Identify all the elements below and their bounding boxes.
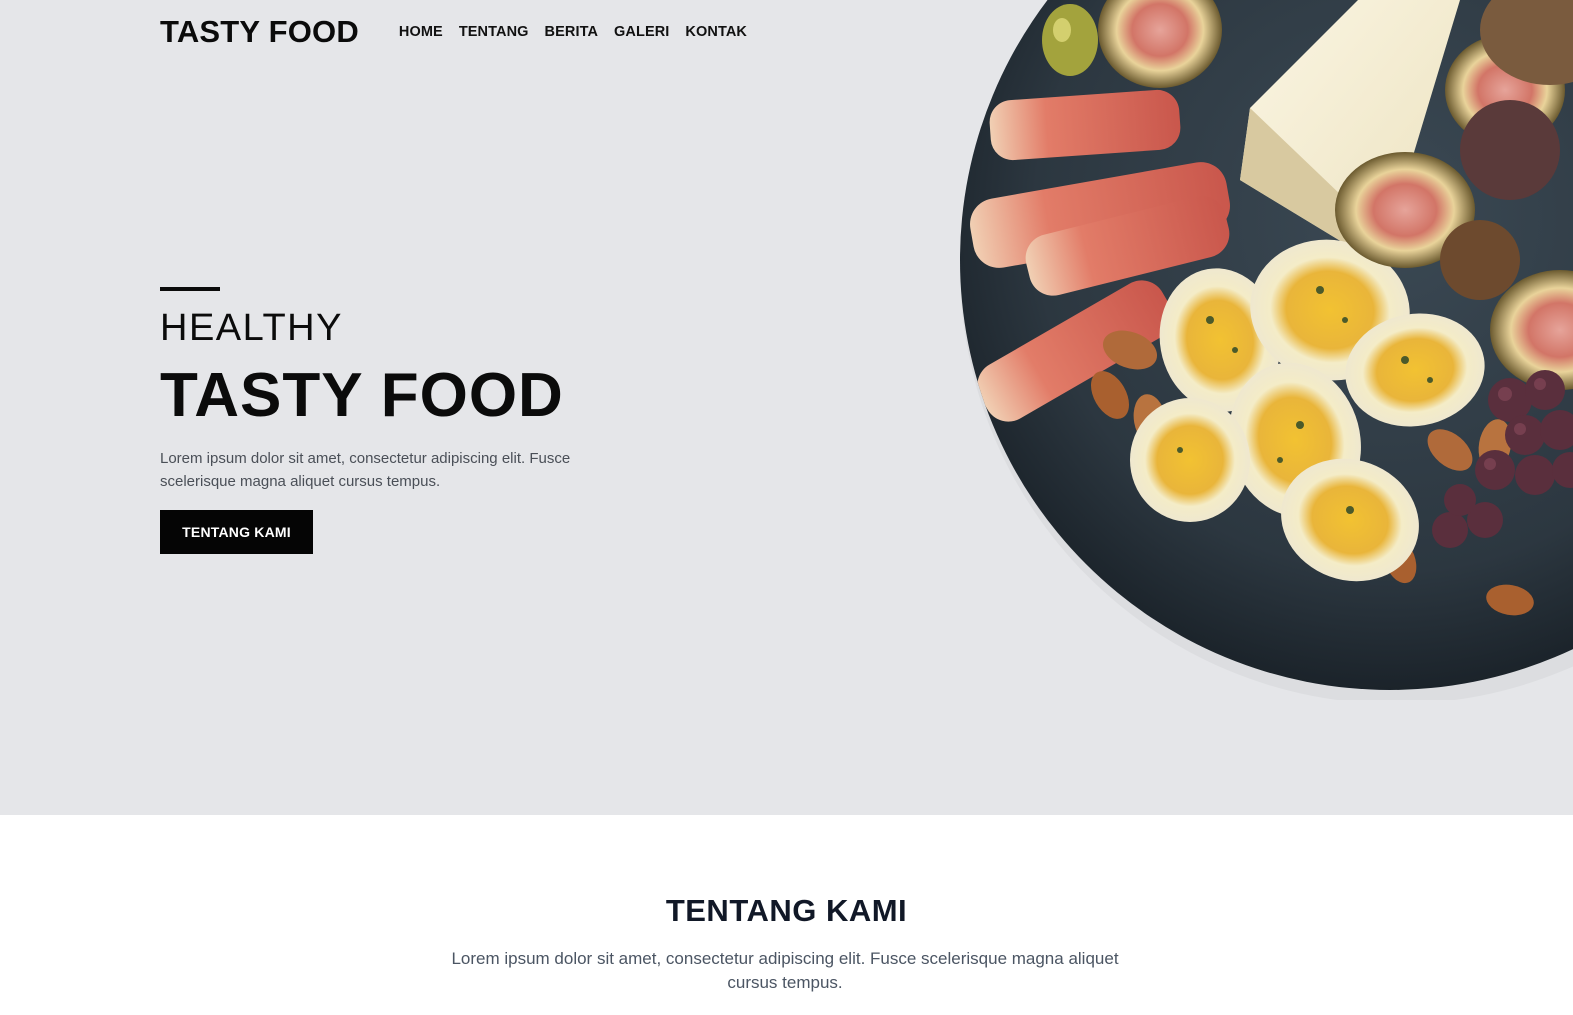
- nav-link-berita[interactable]: BERITA: [545, 24, 599, 40]
- hero-accent-rule: [160, 287, 220, 291]
- about-title: TENTANG KAMI: [665, 893, 908, 928]
- food-plate-image: [950, 0, 1573, 700]
- tentang-kami-button[interactable]: TENTANG KAMI: [160, 510, 313, 554]
- nav-link-tentang[interactable]: TENTANG: [459, 24, 529, 40]
- hero-title: TASTY FOOD: [160, 361, 564, 430]
- brand-logo[interactable]: TASTY FOOD: [160, 14, 359, 50]
- nav-link-home[interactable]: HOME: [399, 24, 443, 40]
- hero-description: Lorem ipsum dolor sit amet, consectetur …: [160, 450, 571, 490]
- nav-link-kontak[interactable]: KONTAK: [685, 24, 747, 40]
- nav-link-galeri[interactable]: GALERI: [614, 24, 669, 40]
- hero-eyebrow: HEALTHY: [160, 307, 343, 349]
- about-description: Lorem ipsum dolor sit amet, consectetur …: [451, 949, 1119, 992]
- about-section: TENTANG KAMI Lorem ipsum dolor sit amet,…: [0, 815, 1573, 1015]
- hero-content: HEALTHY TASTY FOOD Lorem ipsum dolor sit…: [160, 287, 630, 554]
- hero-section: TASTY FOOD HOME TENTANG BERITA GALERI KO…: [0, 0, 1573, 815]
- nav-links: HOME TENTANG BERITA GALERI KONTAK: [399, 24, 747, 40]
- top-navigation: TASTY FOOD HOME TENTANG BERITA GALERI KO…: [160, 14, 747, 50]
